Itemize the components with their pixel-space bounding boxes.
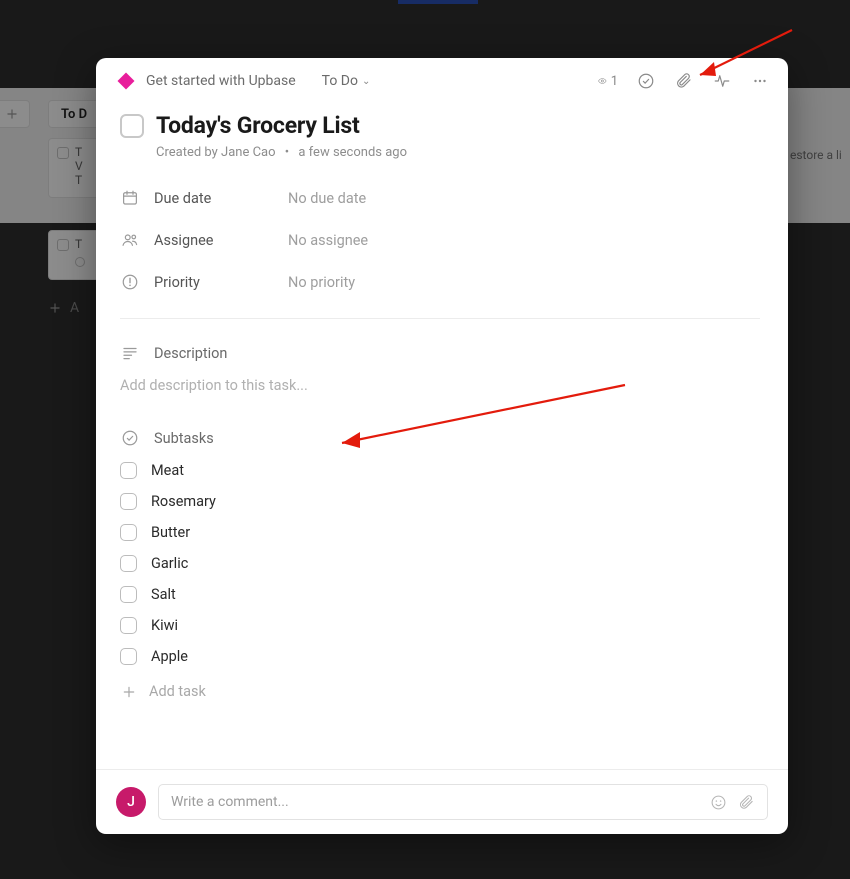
watchers-button[interactable]: 1 [598, 71, 618, 91]
priority-value: No priority [288, 274, 355, 291]
description-icon [120, 343, 140, 363]
comment-placeholder: Write a comment... [171, 794, 289, 810]
watchers-count: 1 [611, 74, 618, 89]
assignee-label: Assignee [154, 232, 288, 249]
description-input[interactable]: Add description to this task... [120, 377, 760, 394]
add-subtask-label: Add task [149, 683, 206, 700]
created-by-prefix: Created by [156, 145, 221, 160]
priority-row[interactable]: Priority No priority [120, 272, 760, 292]
subtask-label: Meat [151, 462, 184, 479]
ellipsis-icon [751, 72, 769, 90]
priority-label: Priority [154, 274, 288, 291]
users-icon [120, 230, 140, 250]
status-dropdown[interactable]: To Do ⌄ [322, 73, 371, 89]
modal-body: Today's Grocery List Created by Jane Cao… [96, 104, 788, 769]
mark-complete-button[interactable] [636, 71, 656, 91]
add-subtask-button[interactable]: Add task [120, 683, 760, 700]
subtask-checkbox[interactable] [120, 462, 137, 479]
modal-header: Get started with Upbase To Do ⌄ 1 [96, 58, 788, 104]
due-date-label: Due date [154, 190, 288, 207]
task-modal: Get started with Upbase To Do ⌄ 1 Today'… [96, 58, 788, 834]
paperclip-icon [675, 72, 693, 90]
subtasks-label: Subtasks [154, 430, 214, 447]
subtask-checkbox[interactable] [120, 648, 137, 665]
task-complete-checkbox[interactable] [120, 114, 144, 138]
subtask-label: Apple [151, 648, 188, 665]
subtask-label: Garlic [151, 555, 188, 572]
modal-footer: J Write a comment... [96, 769, 788, 834]
breadcrumb-project[interactable]: Get started with Upbase [146, 73, 296, 89]
subtask-item[interactable]: Kiwi [120, 617, 760, 634]
subtask-item[interactable]: Rosemary [120, 493, 760, 510]
subtask-list: Meat Rosemary Butter Garlic Salt Kiwi [120, 462, 760, 665]
attach-button[interactable] [737, 793, 755, 811]
subtask-label: Rosemary [151, 493, 216, 510]
subtasks-header: Subtasks [120, 428, 760, 448]
subtask-item[interactable]: Salt [120, 586, 760, 603]
priority-icon [120, 272, 140, 292]
description-label: Description [154, 345, 227, 362]
subtask-label: Kiwi [151, 617, 178, 634]
description-header: Description [120, 343, 760, 363]
subtask-item[interactable]: Garlic [120, 555, 760, 572]
attachments-button[interactable] [674, 71, 694, 91]
paperclip-icon [738, 794, 755, 811]
meta-separator: • [285, 145, 289, 160]
subtask-item[interactable]: Meat [120, 462, 760, 479]
due-date-row[interactable]: Due date No due date [120, 188, 760, 208]
smile-icon [710, 794, 727, 811]
task-title[interactable]: Today's Grocery List [156, 112, 360, 139]
created-time: a few seconds ago [298, 145, 407, 160]
plus-icon [120, 683, 137, 700]
brand-icon [118, 73, 135, 90]
assignee-value: No assignee [288, 232, 368, 249]
more-menu-button[interactable] [750, 71, 770, 91]
subtask-checkbox[interactable] [120, 555, 137, 572]
subtasks-icon [120, 428, 140, 448]
subtask-item[interactable]: Butter [120, 524, 760, 541]
subtask-checkbox[interactable] [120, 493, 137, 510]
subtask-label: Salt [151, 586, 176, 603]
activity-icon [713, 72, 731, 90]
chevron-down-icon: ⌄ [362, 76, 370, 87]
due-date-value: No due date [288, 190, 366, 207]
avatar[interactable]: J [116, 787, 146, 817]
task-meta: Created by Jane Cao • a few seconds ago [156, 145, 760, 160]
subtask-checkbox[interactable] [120, 524, 137, 541]
comment-input[interactable]: Write a comment... [158, 784, 768, 820]
emoji-button[interactable] [709, 793, 727, 811]
subtask-label: Butter [151, 524, 190, 541]
section-divider [120, 318, 760, 319]
activity-button[interactable] [712, 71, 732, 91]
subtask-item[interactable]: Apple [120, 648, 760, 665]
created-by-name: Jane Cao [221, 145, 276, 160]
check-circle-icon [637, 72, 655, 90]
subtask-checkbox[interactable] [120, 617, 137, 634]
subtask-checkbox[interactable] [120, 586, 137, 603]
eye-icon [598, 72, 607, 90]
status-label: To Do [322, 73, 358, 89]
calendar-icon [120, 188, 140, 208]
assignee-row[interactable]: Assignee No assignee [120, 230, 760, 250]
